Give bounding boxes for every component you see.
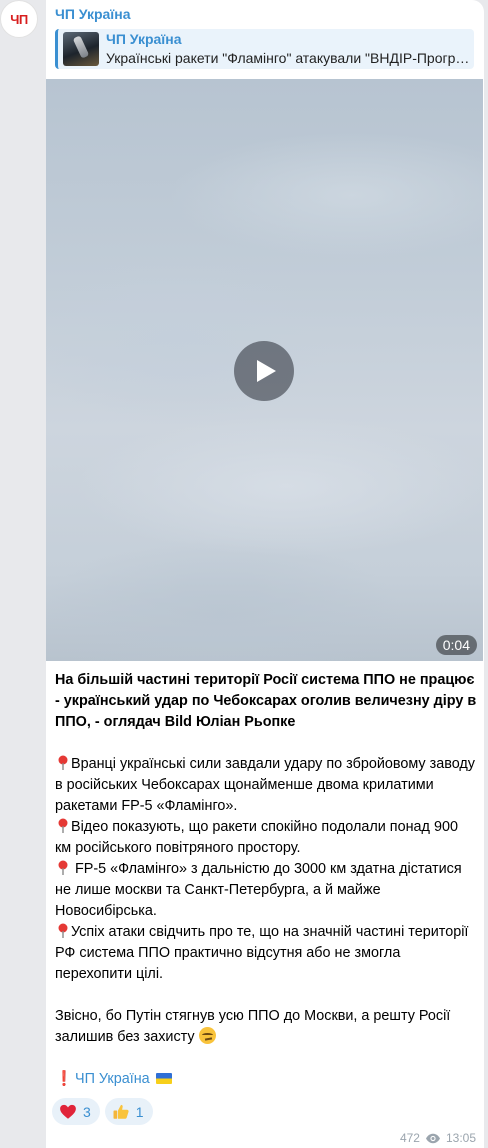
reaction-count: 1 bbox=[135, 1103, 144, 1120]
message-meta: 472 13:05 bbox=[400, 1131, 476, 1145]
message-bullet: FP-5 «Фламінго» з дальністю до 3000 км з… bbox=[55, 859, 462, 919]
reply-thumbnail bbox=[63, 32, 99, 66]
reply-text: Українські ракети "Фламінго" атакували "… bbox=[106, 50, 470, 66]
eye-icon bbox=[425, 1133, 440, 1143]
message-headline: На більшій частині території Росії систе… bbox=[55, 672, 477, 730]
message-bullet: Відео показують, що ракети спокійно подо… bbox=[55, 817, 458, 856]
pin-icon bbox=[55, 754, 71, 775]
smirk-emoji-icon bbox=[198, 1027, 216, 1044]
channel-name[interactable]: ЧП Україна bbox=[55, 6, 131, 22]
view-count: 472 bbox=[399, 1131, 420, 1145]
message-time: 13:05 bbox=[445, 1131, 476, 1145]
message-bullet: Успіх атаки свідчить про те, що на значн… bbox=[55, 922, 469, 982]
pin-icon bbox=[55, 859, 71, 880]
channel-avatar[interactable]: ЧП bbox=[0, 0, 38, 38]
pin-icon bbox=[55, 817, 71, 838]
channel-link[interactable]: ЧП Україна bbox=[75, 1071, 150, 1087]
reaction-thumbs-up[interactable]: 1 bbox=[104, 1098, 153, 1125]
heart-icon bbox=[60, 1104, 76, 1119]
reply-title: ЧП Україна bbox=[106, 31, 182, 47]
message-signature: ❗ ЧП Україна bbox=[55, 1069, 477, 1090]
message-text: На більшій частині території Росії систе… bbox=[55, 670, 477, 1090]
message-bullet: Вранці українські сили завдали удару по … bbox=[55, 754, 475, 814]
ukraine-flag-icon bbox=[155, 1073, 172, 1084]
reply-preview[interactable]: ЧП Україна Українські ракети "Фламінго" … bbox=[55, 29, 474, 69]
video-player[interactable]: 0:04 bbox=[46, 79, 483, 661]
message-bubble: ЧП Україна ЧП Україна Українські ракети … bbox=[46, 0, 484, 1148]
reaction-count: 3 bbox=[83, 1103, 91, 1120]
reaction-heart[interactable]: 3 bbox=[52, 1098, 100, 1125]
pin-icon bbox=[55, 922, 71, 943]
play-button[interactable] bbox=[234, 341, 294, 401]
play-icon bbox=[257, 360, 276, 382]
thumbs-up-icon bbox=[113, 1104, 129, 1119]
reactions-bar: 3 1 bbox=[52, 1098, 153, 1125]
video-duration: 0:04 bbox=[435, 635, 477, 655]
message-conclusion: Звісно, бо Путін стягнув усю ППО до Моск… bbox=[55, 1008, 451, 1045]
exclamation-icon: ❗ bbox=[55, 1071, 73, 1087]
